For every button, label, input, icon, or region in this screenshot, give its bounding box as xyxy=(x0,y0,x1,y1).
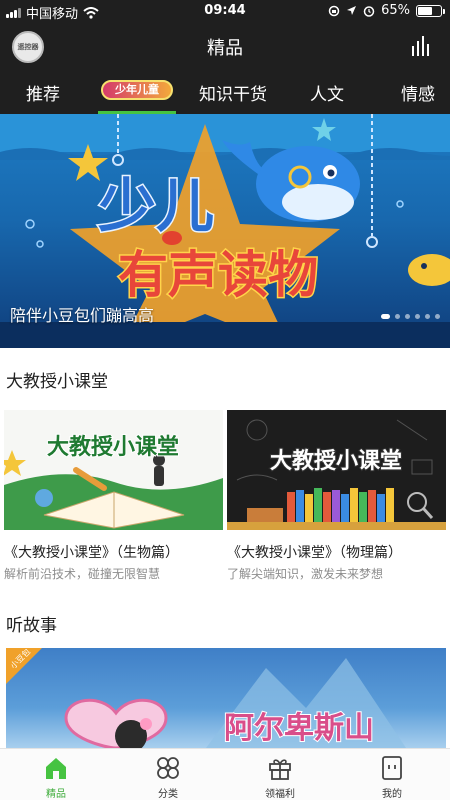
tab-knowledge[interactable]: 知识干货 xyxy=(199,80,267,105)
rotation-lock-icon xyxy=(328,5,340,16)
tab-kids-badge: 少年儿童 xyxy=(101,80,173,100)
carousel-dots[interactable] xyxy=(381,314,440,319)
tab-humanities[interactable]: 人文 xyxy=(310,80,344,105)
alarm-icon xyxy=(363,5,375,17)
carousel-dot[interactable] xyxy=(435,314,440,319)
battery-percent: 65% xyxy=(381,3,410,18)
nav-category[interactable]: 分类 xyxy=(128,755,208,800)
top-header: 中国移动 09:44 65% 遥控器 精品 推荐 少年儿童 知识干货 人文 情感 xyxy=(0,0,450,114)
story-cover-text: 阿尔卑斯山 xyxy=(224,711,374,746)
title-bar: 遥控器 精品 xyxy=(0,22,450,68)
course-cover-text-biology: 大教授小课堂 xyxy=(47,434,179,460)
banner-caption: 陪伴小豆包们蹦高高 xyxy=(10,306,155,325)
course-card-biology[interactable]: 大教授小课堂 《大教授小课堂》（生物篇） 解析前沿技术，碰撞无限智慧 xyxy=(4,410,223,582)
hero-banner[interactable]: 少儿 有声读物 陪伴小豆包们蹦高高 xyxy=(0,114,450,348)
home-icon xyxy=(46,758,66,779)
course-card-physics[interactable]: 大教授小课堂 《大教授小课堂》（物理篇） 了解尖端知识，激发未来梦想 xyxy=(227,410,446,582)
course-title-physics: 《大教授小课堂》（物理篇） xyxy=(227,545,402,561)
nav-benefits-label: 领福利 xyxy=(265,789,295,800)
category-tabs: 推荐 少年儿童 知识干货 人文 情感 xyxy=(0,68,450,114)
carousel-dot[interactable] xyxy=(405,314,410,319)
nav-featured[interactable]: 精品 xyxy=(16,755,96,800)
course-subtitle-biology: 解析前沿技术，碰撞无限智慧 xyxy=(4,567,161,581)
battery-icon xyxy=(416,4,445,17)
nav-profile[interactable]: 我的 xyxy=(352,755,432,800)
status-right: 65% xyxy=(328,3,445,18)
tab-emotion[interactable]: 情感 xyxy=(401,80,435,105)
bar-chart-icon[interactable] xyxy=(410,34,434,56)
battery-fill xyxy=(418,6,433,15)
nav-featured-label: 精品 xyxy=(46,789,66,800)
tab-recommend[interactable]: 推荐 xyxy=(26,80,60,105)
carousel-dot[interactable] xyxy=(415,314,420,319)
status-bar: 中国移动 09:44 65% xyxy=(0,0,450,22)
bottom-nav: 精品 分类 领福利 我的 xyxy=(0,748,450,800)
banner-title-line1: 少儿 xyxy=(98,172,214,240)
course-cover-text-physics: 大教授小课堂 xyxy=(270,448,402,474)
course-title-biology: 《大教授小课堂》（生物篇） xyxy=(4,545,179,561)
nav-benefits[interactable]: 领福利 xyxy=(240,755,320,800)
nav-profile-label: 我的 xyxy=(382,789,402,800)
tab-kids[interactable]: 少年儿童 xyxy=(98,74,176,114)
story-card[interactable]: 小豆包 阿尔卑斯山 xyxy=(6,648,446,748)
section-title-stories: 听故事 xyxy=(6,616,57,636)
carousel-dot[interactable] xyxy=(395,314,400,319)
section-title-professor: 大教授小课堂 xyxy=(6,372,108,392)
carousel-dot[interactable] xyxy=(425,314,430,319)
carousel-dot[interactable] xyxy=(381,314,390,319)
nav-category-label: 分类 xyxy=(158,789,178,800)
profile-icon xyxy=(382,756,402,780)
location-icon xyxy=(347,6,357,15)
course-subtitle-physics: 了解尖端知识，激发未来梦想 xyxy=(227,567,384,581)
banner-title-line2: 有声读物 xyxy=(118,246,318,304)
course-cover-physics: 大教授小课堂 xyxy=(227,410,446,530)
page-title: 精品 xyxy=(207,38,243,59)
gift-icon xyxy=(269,759,291,780)
category-icon xyxy=(157,757,179,779)
course-cover-biology: 大教授小课堂 xyxy=(4,410,223,530)
